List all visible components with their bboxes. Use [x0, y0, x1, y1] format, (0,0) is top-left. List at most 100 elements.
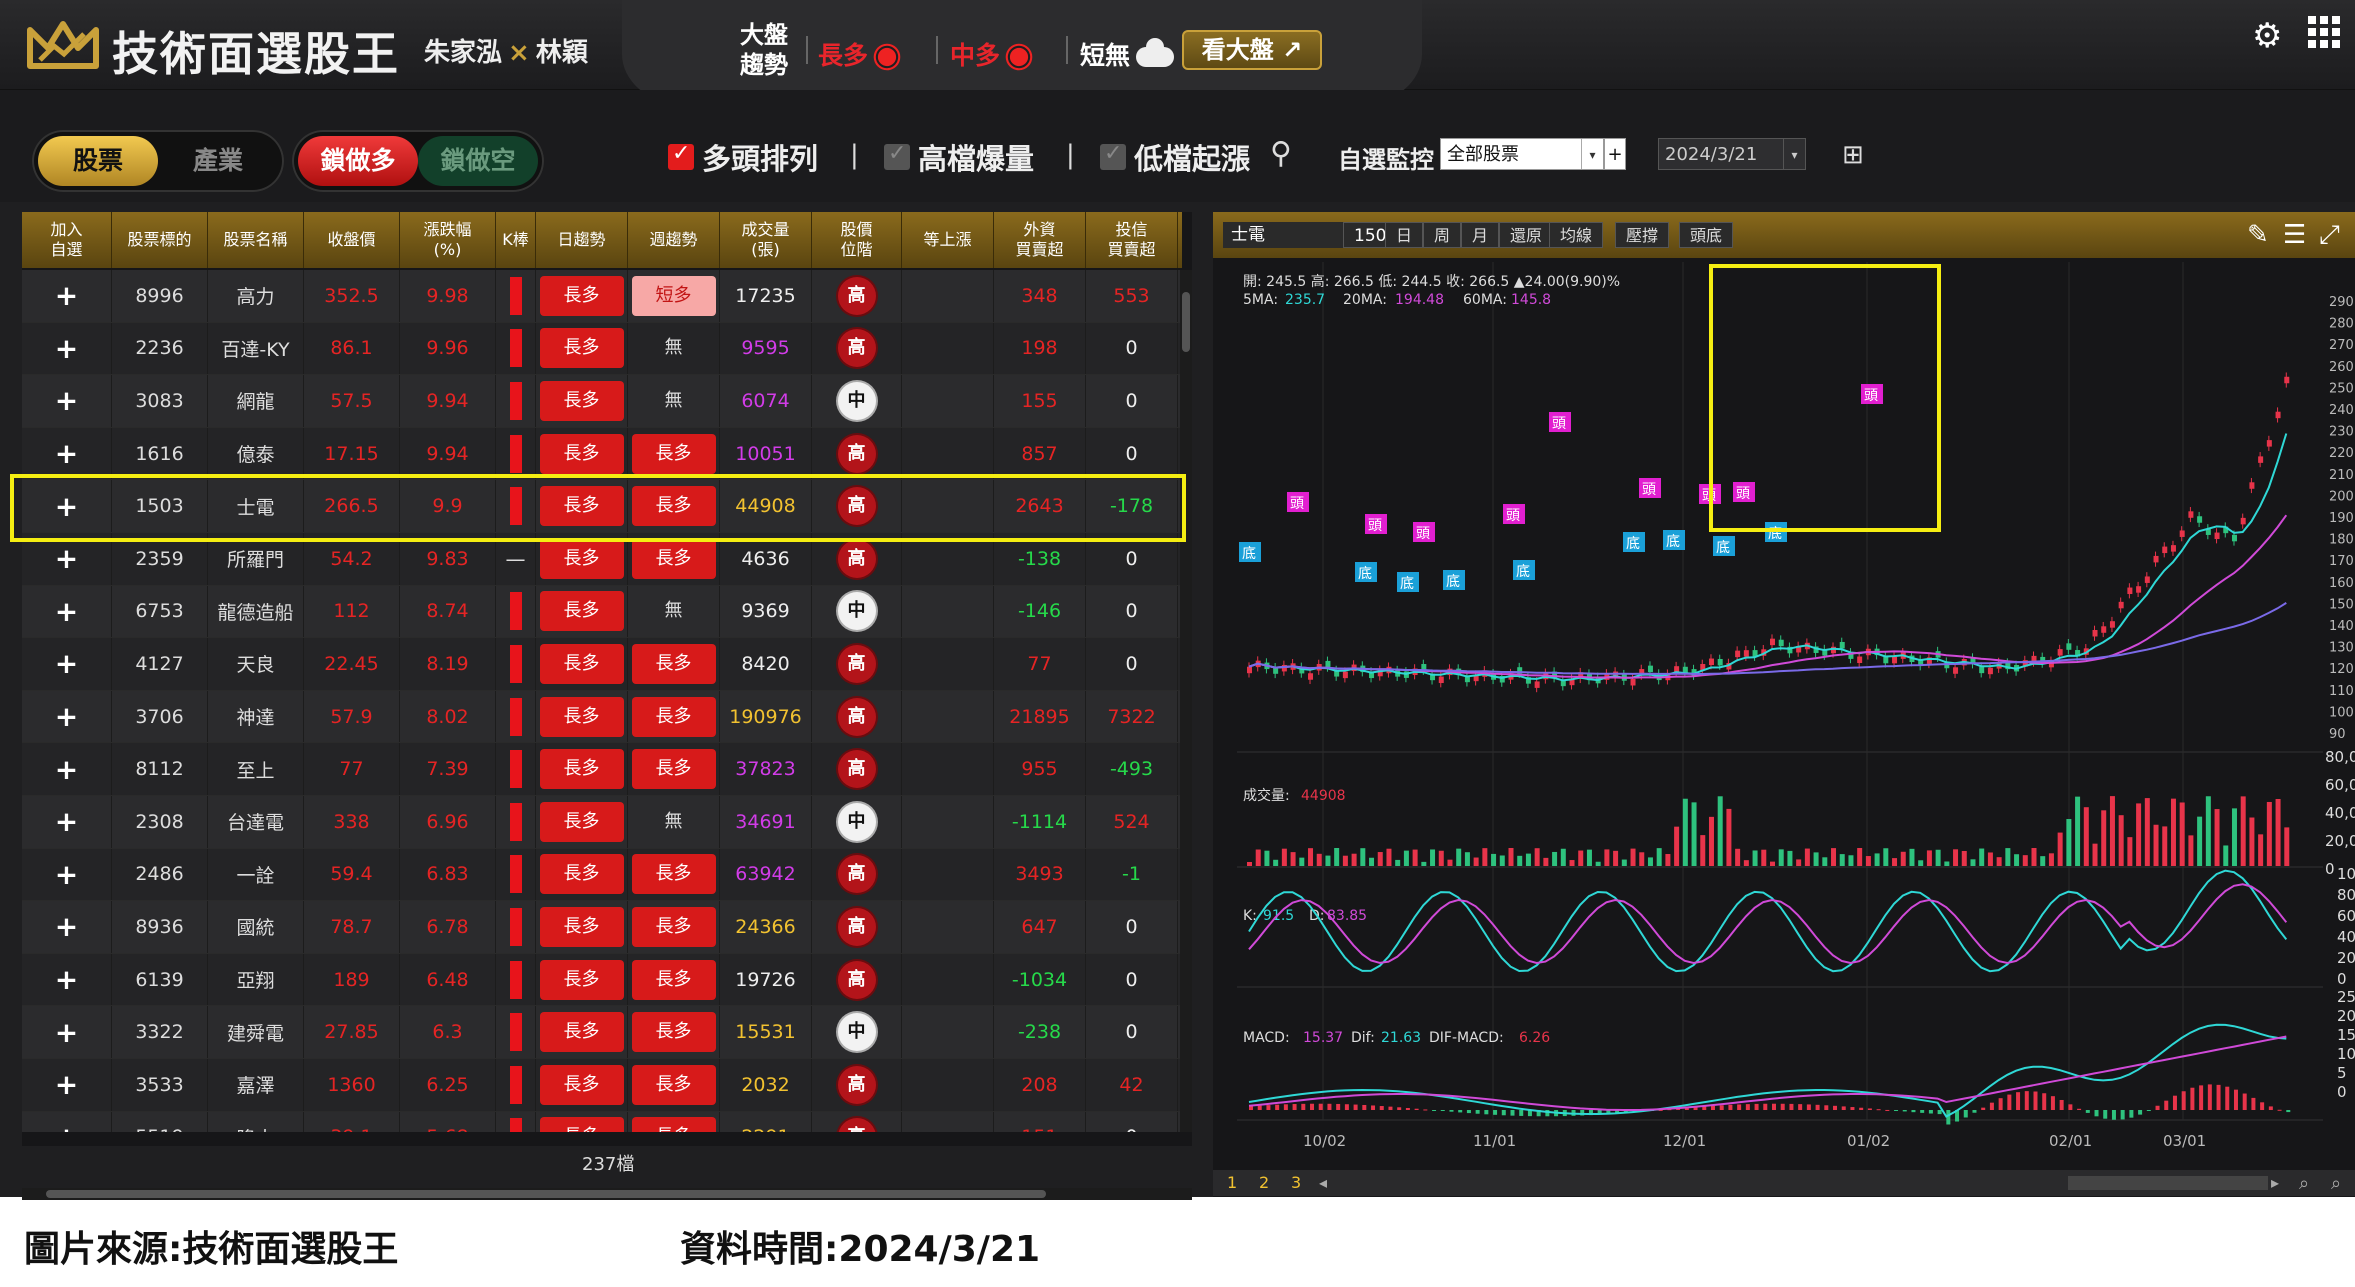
plus-icon[interactable]: +: [55, 384, 78, 417]
checkbox-checked[interactable]: [668, 141, 694, 170]
page-tab-3[interactable]: 3: [1291, 1173, 1301, 1192]
toggle-industry[interactable]: 產業: [158, 136, 278, 186]
table-settings-icon[interactable]: ⊞: [1842, 140, 1864, 170]
chevron-right-icon[interactable]: ▸: [2271, 1173, 2279, 1192]
expand-icon[interactable]: ⤢: [2319, 220, 2340, 251]
table-row[interactable]: +2308 台達電 338 6.96 長多 無 34691 中 -1114 524: [22, 795, 1182, 849]
chart-scrollbar[interactable]: [2068, 1176, 2268, 1190]
column-header[interactable]: 日趨勢: [536, 212, 628, 268]
chart-tool-button[interactable]: 還原: [1499, 222, 1554, 248]
stock-name[interactable]: 百達-KY: [221, 335, 289, 362]
table-row[interactable]: +2236 百達-KY 86.1 9.96 長多 無 9595 高 198 0: [22, 322, 1182, 376]
gear-icon[interactable]: ⚙: [2252, 16, 2282, 56]
table-row[interactable]: +6753 龍德造船 112 8.74 長多 無 9369 中 -146 0: [22, 585, 1182, 639]
chart-tool-button[interactable]: 周: [1423, 222, 1462, 248]
table-row[interactable]: +2486 一詮 59.4 6.83 長多 長多 63942 高 3493 -1: [22, 848, 1182, 902]
column-header[interactable]: 外資 買賣超: [994, 212, 1086, 268]
table-row[interactable]: +5519 隆大 39.1 5.68 長多長多 2291 高 151 0: [22, 1111, 1182, 1132]
column-header[interactable]: 股票名稱: [208, 212, 304, 268]
plus-icon[interactable]: +: [55, 595, 78, 628]
zoom-in-icon[interactable]: ⌕: [2331, 1173, 2341, 1194]
checkbox-unchecked[interactable]: [884, 141, 910, 170]
plus-icon[interactable]: +: [55, 279, 78, 312]
plus-icon[interactable]: +: [55, 910, 78, 943]
stock-name[interactable]: 台達電: [227, 808, 284, 835]
plus-icon[interactable]: +: [55, 437, 78, 470]
zoom-out-icon[interactable]: ⌕: [2299, 1173, 2309, 1194]
table-row[interactable]: +1616 億泰 17.15 9.94 長多 長多 10051 高 857 0: [22, 427, 1182, 481]
plus-icon[interactable]: +: [55, 542, 78, 575]
table-row[interactable]: +4127 天良 22.45 8.19 長多 長多 8420 高 77 0: [22, 638, 1182, 691]
toggle-short[interactable]: 鎖做空: [418, 136, 538, 186]
page-tab-1[interactable]: 1: [1227, 1173, 1237, 1192]
column-header[interactable]: 等上漲: [902, 212, 994, 268]
plus-icon[interactable]: +: [55, 805, 78, 838]
column-header[interactable]: 漲跌幅 (%): [400, 212, 496, 268]
checkbox-unchecked[interactable]: [1100, 141, 1126, 170]
column-header[interactable]: 加入 自選: [22, 212, 112, 268]
chart-tool-button[interactable]: 日: [1385, 222, 1424, 248]
vertical-scrollbar[interactable]: [1180, 270, 1192, 1132]
date-select[interactable]: 2024/3/21 ▾: [1658, 138, 1806, 170]
plus-icon[interactable]: +: [55, 1016, 78, 1049]
column-header[interactable]: 股票標的: [112, 212, 208, 268]
stock-name[interactable]: 億泰: [236, 440, 274, 467]
stock-chart[interactable]: 10/02 11/01 12/01 01/02 02/01 03/01 290 280 270 2…: [1213, 262, 2355, 1162]
add-watchlist-button[interactable]: +: [1604, 138, 1626, 170]
plus-icon[interactable]: +: [55, 858, 78, 891]
table-row[interactable]: +8996 高力 352.5 9.98 長多 短多 17235 高 348 553: [22, 270, 1182, 323]
column-header[interactable]: 收盤價: [304, 212, 400, 268]
toggle-long[interactable]: 鎖做多: [298, 136, 418, 186]
watchlist-select[interactable]: 全部股票 ▾: [1440, 138, 1604, 170]
table-row[interactable]: +6139 亞翔 189 6.48 長多 長多 19726 高 -1034 0: [22, 953, 1182, 1007]
chart-tool-button[interactable]: 頭底: [1679, 222, 1734, 248]
stock-name[interactable]: 至上: [236, 756, 274, 783]
stock-name[interactable]: 龍德造船: [217, 598, 293, 625]
high-volume-checkbox[interactable]: 高檔爆量: [884, 136, 1034, 178]
app-grid-icon[interactable]: [2308, 16, 2340, 48]
column-header[interactable]: 投信 買賣超: [1086, 212, 1178, 268]
stock-name[interactable]: 神達: [236, 703, 274, 730]
column-header[interactable]: 股價 位階: [812, 212, 902, 268]
stock-name[interactable]: 嘉澤: [236, 1071, 274, 1098]
column-header[interactable]: 成交量 (張): [720, 212, 812, 268]
stock-name[interactable]: 所羅門: [227, 545, 284, 572]
stock-name[interactable]: 國統: [236, 913, 274, 940]
table-row[interactable]: +3533 嘉澤 1360 6.25 長多 長多 2032 高 208 42: [22, 1058, 1182, 1112]
plus-icon[interactable]: +: [55, 963, 78, 996]
pencil-icon[interactable]: ✎: [2247, 220, 2269, 250]
table-row[interactable]: +8112 至上 77 7.39 長多 長多 37823 高 955 -493: [22, 743, 1182, 796]
view-market-button[interactable]: 看大盤 ↗: [1182, 30, 1322, 70]
toggle-stocks[interactable]: 股票: [38, 136, 158, 186]
scroll-thumb[interactable]: [46, 1190, 1046, 1198]
plus-icon[interactable]: +: [55, 1068, 78, 1101]
page-tab-2[interactable]: 2: [1259, 1173, 1269, 1192]
column-header[interactable]: 週趨勢: [628, 212, 720, 268]
table-row[interactable]: +8936 國統 78.7 6.78 長多 長多 24366 高 647 0: [22, 901, 1182, 954]
stock-name[interactable]: 高力: [236, 282, 274, 309]
chart-tool-button[interactable]: 壓撐: [1615, 222, 1670, 248]
plus-icon[interactable]: +: [55, 647, 78, 680]
plus-icon[interactable]: +: [55, 332, 78, 365]
chart-stock-name[interactable]: 士電: [1223, 222, 1351, 248]
table-row[interactable]: +3706 神達 57.9 8.02 長多 長多 190976 高 21895 7322: [22, 690, 1182, 744]
table-row[interactable]: +3083 網龍 57.5 9.94 長多 無 6074 中 155 0: [22, 375, 1182, 428]
low-rise-checkbox[interactable]: 低檔起漲: [1100, 136, 1250, 178]
sliders-icon[interactable]: ☰: [2283, 220, 2306, 250]
stock-name[interactable]: 天良: [236, 650, 274, 677]
plus-icon[interactable]: +: [55, 700, 78, 733]
table-row[interactable]: +3322 建舜電 27.85 6.3 長多 長多 15531 中 -238 0: [22, 1006, 1182, 1059]
stock-name[interactable]: 網龍: [236, 387, 274, 414]
chart-tool-button[interactable]: 月: [1461, 222, 1500, 248]
stock-name[interactable]: 亞翔: [236, 966, 274, 993]
search-icon[interactable]: ⚲: [1270, 136, 1292, 171]
column-header[interactable]: K棒: [496, 212, 536, 268]
stock-name[interactable]: 一詮: [236, 861, 274, 888]
scroll-thumb[interactable]: [1182, 292, 1190, 352]
stock-name[interactable]: 建舜電: [227, 1019, 284, 1046]
chevron-left-icon[interactable]: ◂: [1319, 1173, 1327, 1192]
plus-icon[interactable]: +: [55, 1121, 78, 1132]
plus-icon[interactable]: +: [55, 753, 78, 786]
chart-tool-button[interactable]: 均線: [1549, 222, 1604, 248]
stock-name[interactable]: 隆大: [236, 1124, 274, 1132]
